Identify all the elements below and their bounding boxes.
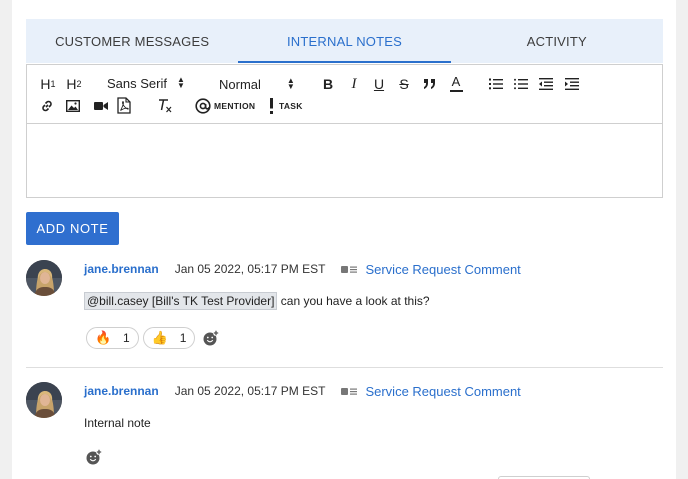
note-date: Jan 05 2022, 05:17 PM EST [174, 384, 326, 398]
avatar [26, 260, 62, 296]
note-text: Internal note [84, 416, 151, 430]
add-note-button[interactable]: ADD NOTE [26, 212, 119, 245]
note-meta: jane.brennan Jan 05 2022, 05:17 PM EST S… [84, 382, 521, 400]
bullet-list-button[interactable] [512, 75, 530, 93]
mention-label: MENTION [214, 101, 256, 111]
ordered-list-icon [489, 78, 503, 90]
link-button[interactable] [38, 97, 56, 115]
pdf-button[interactable] [115, 95, 133, 115]
avatar-image [26, 260, 62, 296]
indent-button[interactable] [563, 75, 581, 93]
note-text-area[interactable] [27, 125, 662, 197]
strikethrough-button[interactable]: S [395, 75, 413, 93]
indent-icon [565, 78, 579, 90]
task-icon [270, 98, 273, 114]
thumbs-up-icon: 👍 [151, 330, 168, 345]
heading-2-button[interactable]: H2 [64, 75, 84, 93]
task-button[interactable]: TASK [269, 97, 309, 115]
tab-bar: CUSTOMER MESSAGES INTERNAL NOTES ACTIVIT… [26, 19, 663, 63]
note-type-link[interactable]: Service Request Comment [365, 384, 520, 399]
reaction-count: 1 [179, 331, 187, 345]
bullet-list-icon [514, 78, 528, 90]
text-color-label: A [451, 73, 461, 89]
note-author[interactable]: jane.brennan [84, 262, 159, 276]
reaction-count: 1 [123, 331, 130, 345]
note-body: @bill.casey [Bill's TK Test Provider] ca… [84, 292, 430, 310]
editor-toolbar: H1 H2 Sans Serif ▲ ▼ Normal ▲ ▼ B I U S … [27, 65, 662, 124]
mention-button[interactable]: MENTION [195, 97, 263, 115]
add-reaction-icon[interactable] [203, 330, 220, 346]
comment-type-icon [341, 387, 358, 395]
outdent-icon [539, 78, 553, 90]
font-family-value: Sans Serif [107, 75, 167, 91]
note-divider [26, 367, 663, 368]
blockquote-button[interactable] [421, 75, 439, 93]
tab-customer-messages[interactable]: CUSTOMER MESSAGES [26, 19, 238, 63]
clear-format-icon [159, 99, 172, 113]
select-arrows-icon: ▲ ▼ [286, 76, 295, 91]
font-size-select[interactable]: Normal ▲ ▼ [219, 74, 301, 94]
video-button[interactable] [92, 97, 110, 115]
note-author[interactable]: jane.brennan [84, 384, 159, 398]
image-button[interactable] [64, 97, 82, 115]
color-swatch [449, 89, 463, 92]
comment-type-icon [341, 265, 358, 273]
italic-label: I [351, 75, 357, 92]
strikethrough-label: S [399, 76, 409, 92]
note-meta: jane.brennan Jan 05 2022, 05:17 PM EST S… [84, 260, 521, 278]
image-icon [66, 100, 80, 112]
ordered-list-button[interactable] [487, 75, 505, 93]
bold-label: B [322, 76, 334, 92]
video-icon [94, 102, 108, 110]
font-family-select[interactable]: Sans Serif ▲ ▼ [107, 73, 197, 93]
outdent-button[interactable] [537, 75, 555, 93]
note-body: Internal note [84, 416, 151, 430]
font-size-value: Normal [219, 76, 261, 92]
quote-icon [424, 79, 435, 89]
note-type-link[interactable]: Service Request Comment [365, 262, 520, 277]
mention-icon [195, 98, 211, 114]
avatar [26, 382, 62, 418]
reactions-bar [86, 449, 102, 465]
task-label: TASK [279, 101, 303, 111]
link-icon [42, 100, 52, 112]
clear-format-button[interactable] [155, 97, 175, 115]
reaction-fire[interactable]: 🔥 1 [86, 327, 139, 349]
text-color-button[interactable]: A [447, 73, 465, 93]
select-arrows-icon: ▲ ▼ [176, 75, 185, 90]
reaction-thumbs-up[interactable]: 👍 1 [142, 327, 196, 349]
fire-icon: 🔥 [95, 330, 112, 345]
underline-button[interactable]: U [370, 75, 388, 93]
tab-activity[interactable]: ACTIVITY [451, 19, 663, 63]
reactions-bar: 🔥 1 👍 1 [86, 327, 220, 349]
pdf-icon [117, 96, 131, 114]
mention-tag[interactable]: @bill.casey [Bill's TK Test Provider] [84, 292, 278, 310]
heading-1-button[interactable]: H1 [38, 75, 58, 93]
bold-button[interactable]: B [319, 75, 337, 93]
note-panel: CUSTOMER MESSAGES INTERNAL NOTES ACTIVIT… [12, 0, 676, 479]
note-date: Jan 05 2022, 05:17 PM EST [174, 262, 326, 276]
add-reaction-icon[interactable] [86, 449, 102, 465]
tab-internal-notes[interactable]: INTERNAL NOTES [238, 19, 451, 63]
underline-label: U [373, 76, 385, 92]
note-editor: H1 H2 Sans Serif ▲ ▼ Normal ▲ ▼ B I U S … [26, 64, 663, 198]
note-text: can you have a look at this? [277, 294, 430, 308]
italic-button[interactable]: I [345, 75, 363, 93]
avatar-image [26, 382, 62, 418]
